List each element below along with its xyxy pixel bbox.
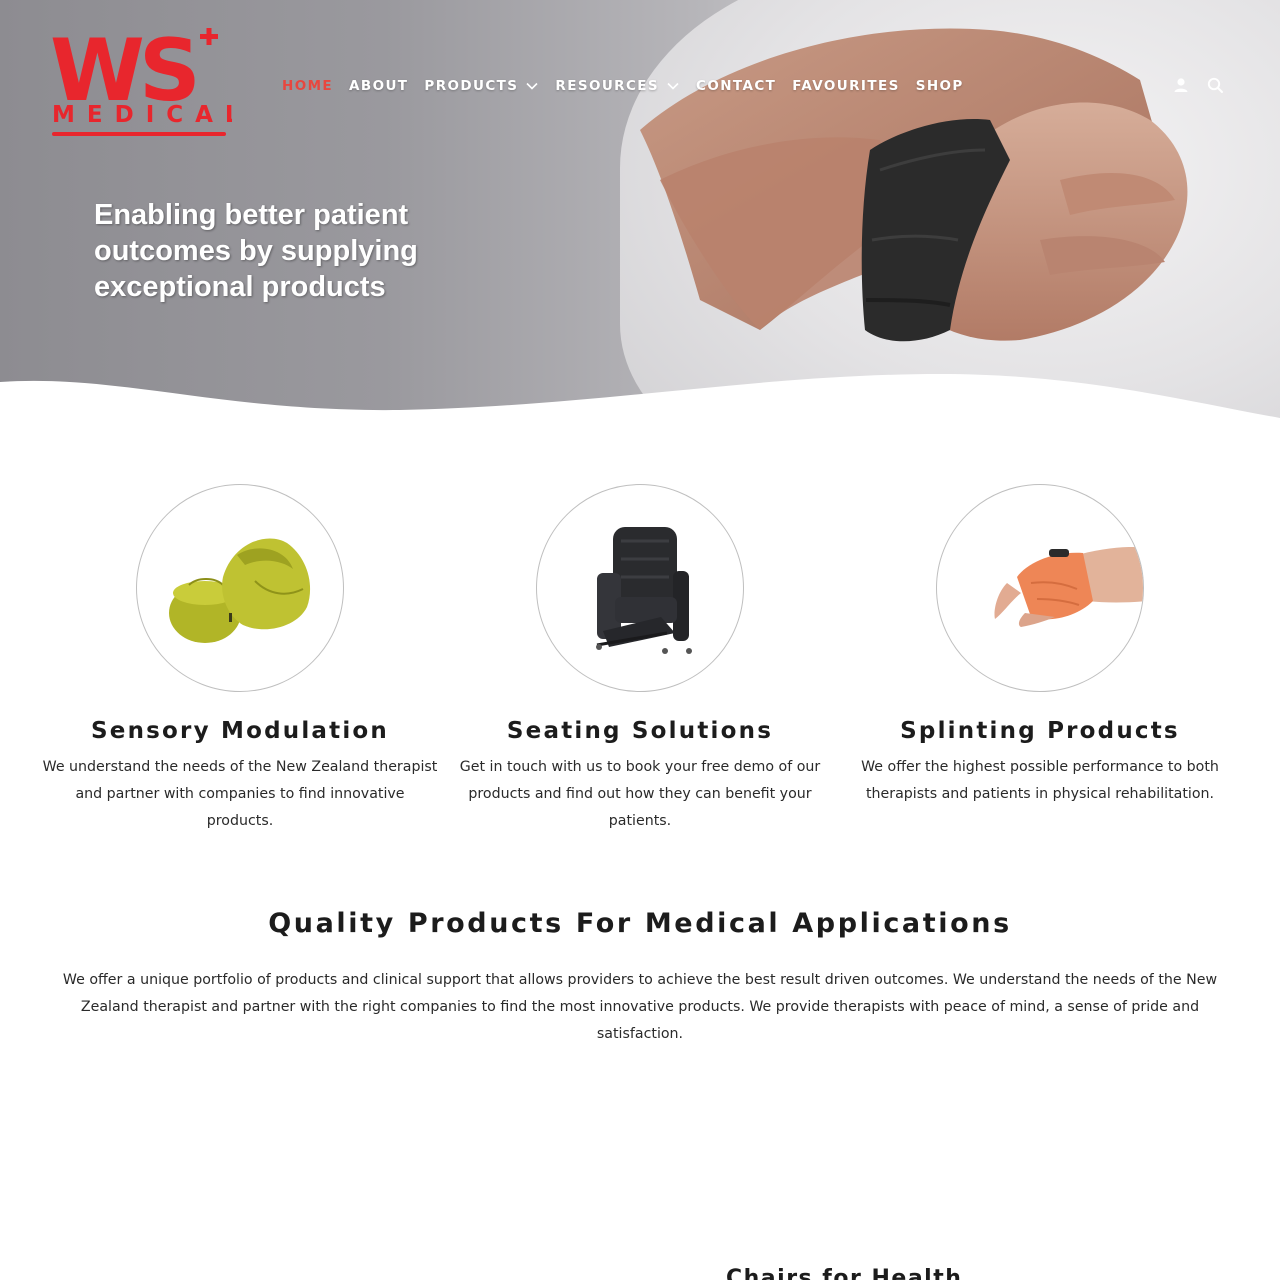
hero-tagline-line: outcomes by supplying (94, 235, 418, 267)
nav-favourites[interactable]: FAVOURITES (792, 78, 899, 94)
account-icon[interactable] (1172, 76, 1190, 94)
quality-section-title: Quality Products For Medical Application… (268, 908, 1012, 939)
main-navigation: HOME ABOUT PRODUCTS RESOURCES CONTACT FA… (282, 76, 980, 96)
svg-text:MEDICAL: MEDICAL (52, 102, 232, 128)
feature-sensory-modulation: Sensory Modulation We understand the nee… (40, 484, 440, 835)
chevron-down-icon (526, 82, 538, 90)
nav-products-label: PRODUCTS (424, 78, 519, 94)
nav-home[interactable]: HOME (282, 78, 333, 94)
hero-tagline-line: exceptional products (94, 271, 386, 303)
feature-title: Sensory Modulation (91, 718, 389, 744)
feature-description: We offer the highest possible performanc… (861, 759, 1219, 802)
nav-about-label: ABOUT (349, 78, 409, 94)
recliner-chair-image (596, 527, 692, 654)
feature-title: Splinting Products (900, 718, 1180, 744)
nav-home-label: HOME (282, 78, 334, 94)
nav-products[interactable]: PRODUCTS (424, 78, 539, 94)
next-section-title: Chairs for Health (726, 1266, 963, 1280)
bean-bag-image (169, 538, 311, 643)
feature-seating-solutions: Seating Solutions Get in touch with us t… (440, 484, 840, 835)
feature-description: Get in touch with us to book your free d… (459, 759, 821, 829)
nav-resources[interactable]: RESOURCES (555, 78, 680, 94)
nav-resources-label: RESOURCES (555, 78, 660, 94)
quality-section-text: We offer a unique portfolio of products … (62, 972, 1218, 1042)
hero-tagline: Enabling better patient outcomes by supp… (94, 197, 454, 305)
nav-shop[interactable]: SHOP (916, 78, 964, 94)
feature-title: Seating Solutions (506, 718, 774, 744)
hero-tagline-line: Enabling better patient (94, 199, 409, 231)
nav-favourites-label: FAVOURITES (792, 78, 900, 94)
chevron-down-icon (667, 82, 679, 90)
ws-medical-logo[interactable]: WS MEDICAL (50, 26, 232, 142)
seating-solutions-image-circle[interactable] (536, 484, 744, 692)
feature-description: We understand the needs of the New Zeala… (42, 759, 438, 829)
sensory-modulation-image-circle[interactable] (136, 484, 344, 692)
search-icon[interactable] (1206, 76, 1224, 94)
hero-wave-divider (0, 374, 1280, 420)
feature-splinting-products: Splinting Products We offer the highest … (840, 484, 1240, 808)
nav-contact[interactable]: CONTACT (696, 78, 776, 94)
splinting-products-image-circle[interactable] (936, 484, 1144, 692)
nav-about[interactable]: ABOUT (349, 78, 408, 94)
hand-splint-image (994, 547, 1143, 627)
nav-contact-label: CONTACT (696, 78, 777, 94)
nav-shop-label: SHOP (915, 78, 964, 94)
